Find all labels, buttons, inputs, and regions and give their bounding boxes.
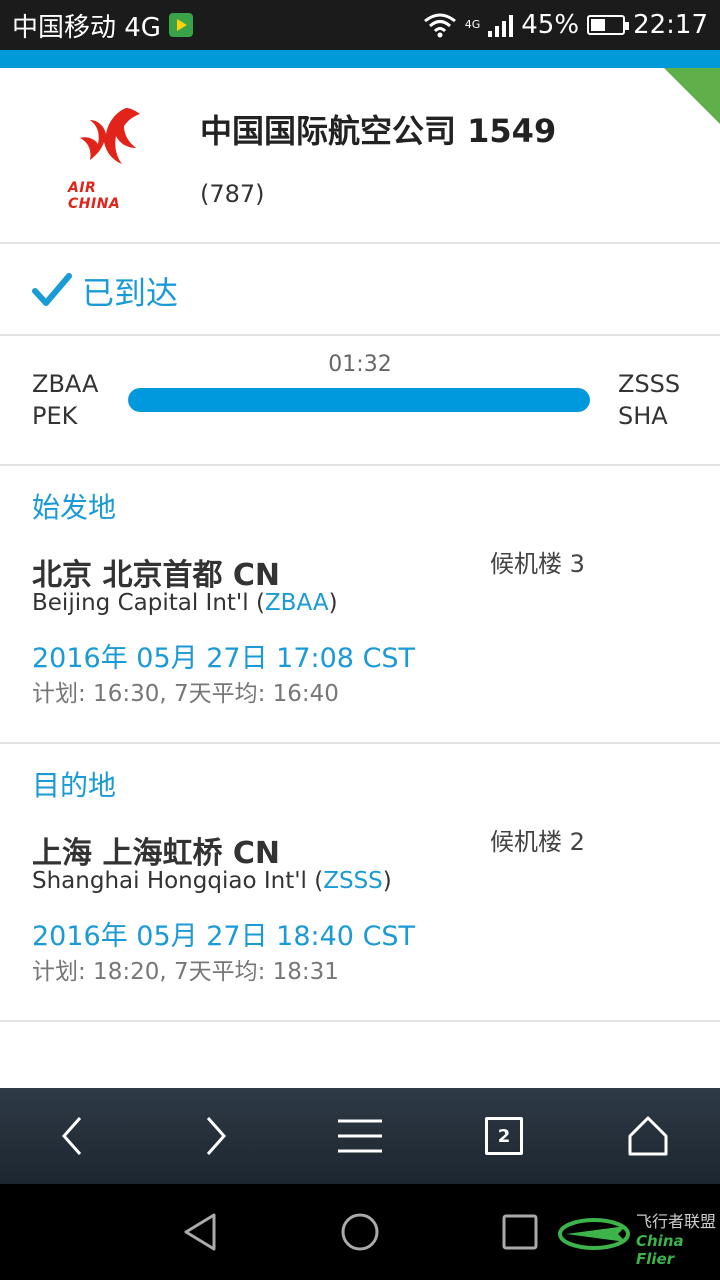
tabs-button[interactable]: 2: [464, 1096, 544, 1176]
flight-status-label: 已到达: [82, 274, 179, 312]
destination-codes: ZSSS SHA: [618, 368, 680, 432]
system-home-button[interactable]: [336, 1208, 384, 1256]
watermark-cn: 飞行者联盟: [636, 1212, 717, 1231]
triangle-back-icon: [184, 1213, 216, 1251]
flight-duration: 01:32: [328, 352, 392, 377]
system-nav-bar: 飞行者联盟 China Flier: [0, 1184, 720, 1280]
origin-actual-time: 2016年 05月 27日 17:08 CST: [32, 643, 416, 674]
signal-icon: [488, 13, 514, 37]
origin-terminal: 候机楼 3: [490, 550, 585, 578]
square-recents-icon: [502, 1214, 538, 1250]
origin-city: 北京 北京首都 CN: [32, 558, 281, 593]
home-icon: [628, 1116, 668, 1156]
origin-planned-time: 计划: 16:30, 7天平均: 16:40: [32, 681, 339, 707]
back-button[interactable]: [32, 1096, 112, 1176]
flight-title: 中国国际航空公司 1549: [200, 112, 557, 150]
air-china-phoenix-icon: [80, 108, 140, 164]
progress-fill: [128, 388, 590, 412]
chevron-right-icon: [206, 1117, 227, 1155]
battery-fill: [591, 19, 605, 31]
tabs-count-icon: 2: [485, 1117, 523, 1155]
menu-button[interactable]: [320, 1096, 400, 1176]
origin-airport: Beijing Capital Int'l (ZBAA): [32, 590, 338, 616]
origin-section: 始发地 北京 北京首都 CN 候机楼 3 Beijing Capital Int…: [0, 466, 720, 744]
status-right: 4G 45% 22:17: [423, 10, 708, 40]
wifi-icon: [423, 13, 456, 38]
home-button[interactable]: [608, 1096, 688, 1176]
origin-airport-name: Beijing Capital Int'l (: [32, 590, 265, 616]
status-left: 中国移动 4G: [12, 7, 193, 44]
origin-airport-close: ): [328, 590, 338, 616]
system-back-button[interactable]: [176, 1208, 224, 1256]
corner-ribbon: [664, 68, 720, 124]
flight-header: AIR CHINA 中国国际航空公司 1549 (787): [0, 68, 720, 244]
destination-airport: Shanghai Hongqiao Int'l (ZSSS): [32, 868, 392, 894]
origin-heading: 始发地: [32, 491, 117, 524]
airline-logo-text: AIR CHINA: [68, 180, 121, 212]
destination-city: 上海 上海虹桥 CN: [32, 836, 281, 871]
origin-iata: PEK: [32, 402, 78, 430]
origin-codes: ZBAA PEK: [32, 368, 98, 432]
forward-button[interactable]: [176, 1096, 256, 1176]
hamburger-menu-icon: [338, 1119, 382, 1153]
china-flier-watermark: 飞行者联盟 China Flier: [556, 1202, 718, 1268]
destination-actual-time: 2016年 05月 27日 18:40 CST: [32, 921, 416, 952]
chevron-left-icon: [61, 1117, 82, 1155]
destination-planned-time: 计划: 18:20, 7天平均: 18:31: [32, 959, 339, 985]
airline-logo: AIR CHINA: [60, 104, 150, 212]
origin-airport-code-link[interactable]: ZBAA: [265, 590, 329, 616]
clock: 22:17: [633, 10, 708, 40]
check-icon: [32, 273, 72, 306]
circle-home-icon: [341, 1213, 379, 1251]
browser-toolbar: 2: [0, 1088, 720, 1184]
destination-heading: 目的地: [32, 769, 117, 802]
progress-track: [128, 388, 590, 412]
carrier-label: 中国移动 4G: [12, 12, 161, 43]
status-bar: 中国移动 4G 4G 45% 22:17: [0, 0, 720, 50]
airplane-logo-icon: [558, 1218, 630, 1250]
battery-percent: 45%: [521, 10, 580, 40]
system-recents-button[interactable]: [496, 1208, 544, 1256]
battery-icon: [587, 15, 630, 35]
destination-section: 目的地 上海 上海虹桥 CN 候机楼 2 Shanghai Hongqiao I…: [0, 744, 720, 1022]
aircraft-type: (787): [200, 180, 265, 208]
flight-status-row: 已到达: [0, 244, 720, 336]
destination-airport-code-link[interactable]: ZSSS: [323, 868, 383, 894]
top-accent-strip: [0, 50, 720, 68]
video-app-icon: [168, 13, 193, 37]
destination-airport-close: ): [382, 868, 392, 894]
network-type: 4G: [464, 18, 481, 31]
dest-icao: ZSSS: [618, 370, 681, 398]
destination-airport-name: Shanghai Hongqiao Int'l (: [32, 868, 324, 894]
route-progress: ZBAA PEK 01:32 ZSSS SHA: [0, 336, 720, 466]
dest-iata: SHA: [618, 402, 668, 430]
destination-terminal: 候机楼 2: [490, 828, 585, 856]
watermark-en: China Flier: [636, 1232, 684, 1268]
